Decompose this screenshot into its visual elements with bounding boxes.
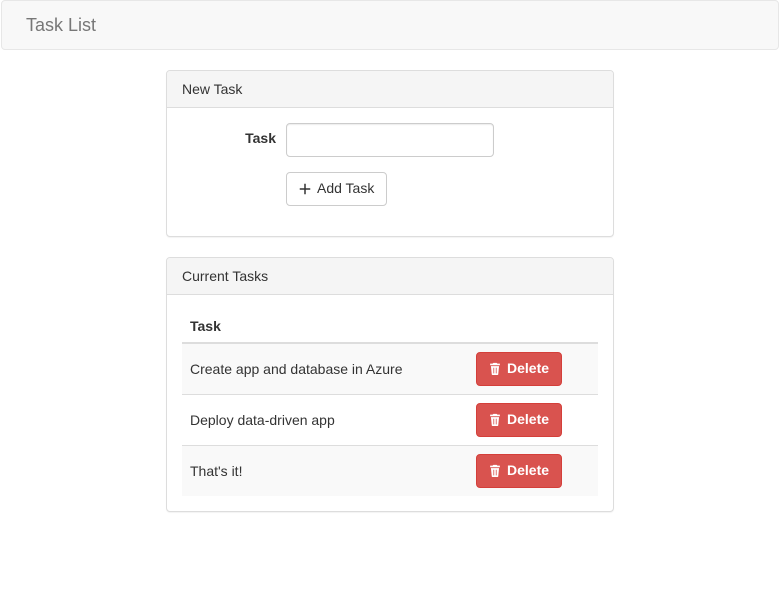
add-task-button[interactable]: Add Task <box>286 172 387 206</box>
actions-column-header <box>468 310 598 343</box>
delete-task-button[interactable]: Delete <box>476 352 562 386</box>
task-name-input[interactable] <box>286 123 494 157</box>
delete-button-label: Delete <box>507 411 549 427</box>
delete-button-label: Delete <box>507 462 549 478</box>
table-row: Create app and database in Azure Delete <box>182 343 598 394</box>
task-actions-cell: Delete <box>468 343 598 394</box>
task-actions-cell: Delete <box>468 445 598 495</box>
task-name: That's it! <box>190 463 460 479</box>
new-task-panel-heading: New Task <box>167 71 613 108</box>
add-task-button-label: Add Task <box>317 180 374 196</box>
content-column: New Task Task Add <box>166 70 614 512</box>
task-name: Deploy data-driven app <box>190 412 460 428</box>
delete-task-button[interactable]: Delete <box>476 454 562 488</box>
task-name-cell: Deploy data-driven app <box>182 394 468 445</box>
main-container: New Task Task Add <box>0 70 780 512</box>
task-name-cell: Create app and database in Azure <box>182 343 468 394</box>
plus-icon <box>299 183 311 195</box>
table-row: That's it! Delete <box>182 445 598 495</box>
current-tasks-panel-body: Task Create app and database in Azure Del… <box>167 295 613 511</box>
task-actions-cell: Delete <box>468 394 598 445</box>
trash-icon <box>489 464 501 477</box>
trash-icon <box>489 362 501 375</box>
new-task-form: Task Add Task <box>182 123 598 206</box>
trash-icon <box>489 413 501 426</box>
current-tasks-panel-heading: Current Tasks <box>167 258 613 295</box>
current-tasks-panel: Current Tasks Task Create app and databa… <box>166 257 614 512</box>
task-name-cell: That's it! <box>182 445 468 495</box>
new-task-panel: New Task Task Add <box>166 70 614 237</box>
tasks-table: Task Create app and database in Azure Del… <box>182 310 598 496</box>
delete-task-button[interactable]: Delete <box>476 403 562 437</box>
navbar-brand: Task List <box>2 1 111 51</box>
task-column-header: Task <box>182 310 468 343</box>
task-label: Task <box>182 123 286 146</box>
table-row: Deploy data-driven app Delete <box>182 394 598 445</box>
new-task-panel-body: Task Add Task <box>167 108 613 236</box>
task-name: Create app and database in Azure <box>190 361 460 377</box>
delete-button-label: Delete <box>507 360 549 376</box>
navbar: Task List <box>1 0 779 50</box>
